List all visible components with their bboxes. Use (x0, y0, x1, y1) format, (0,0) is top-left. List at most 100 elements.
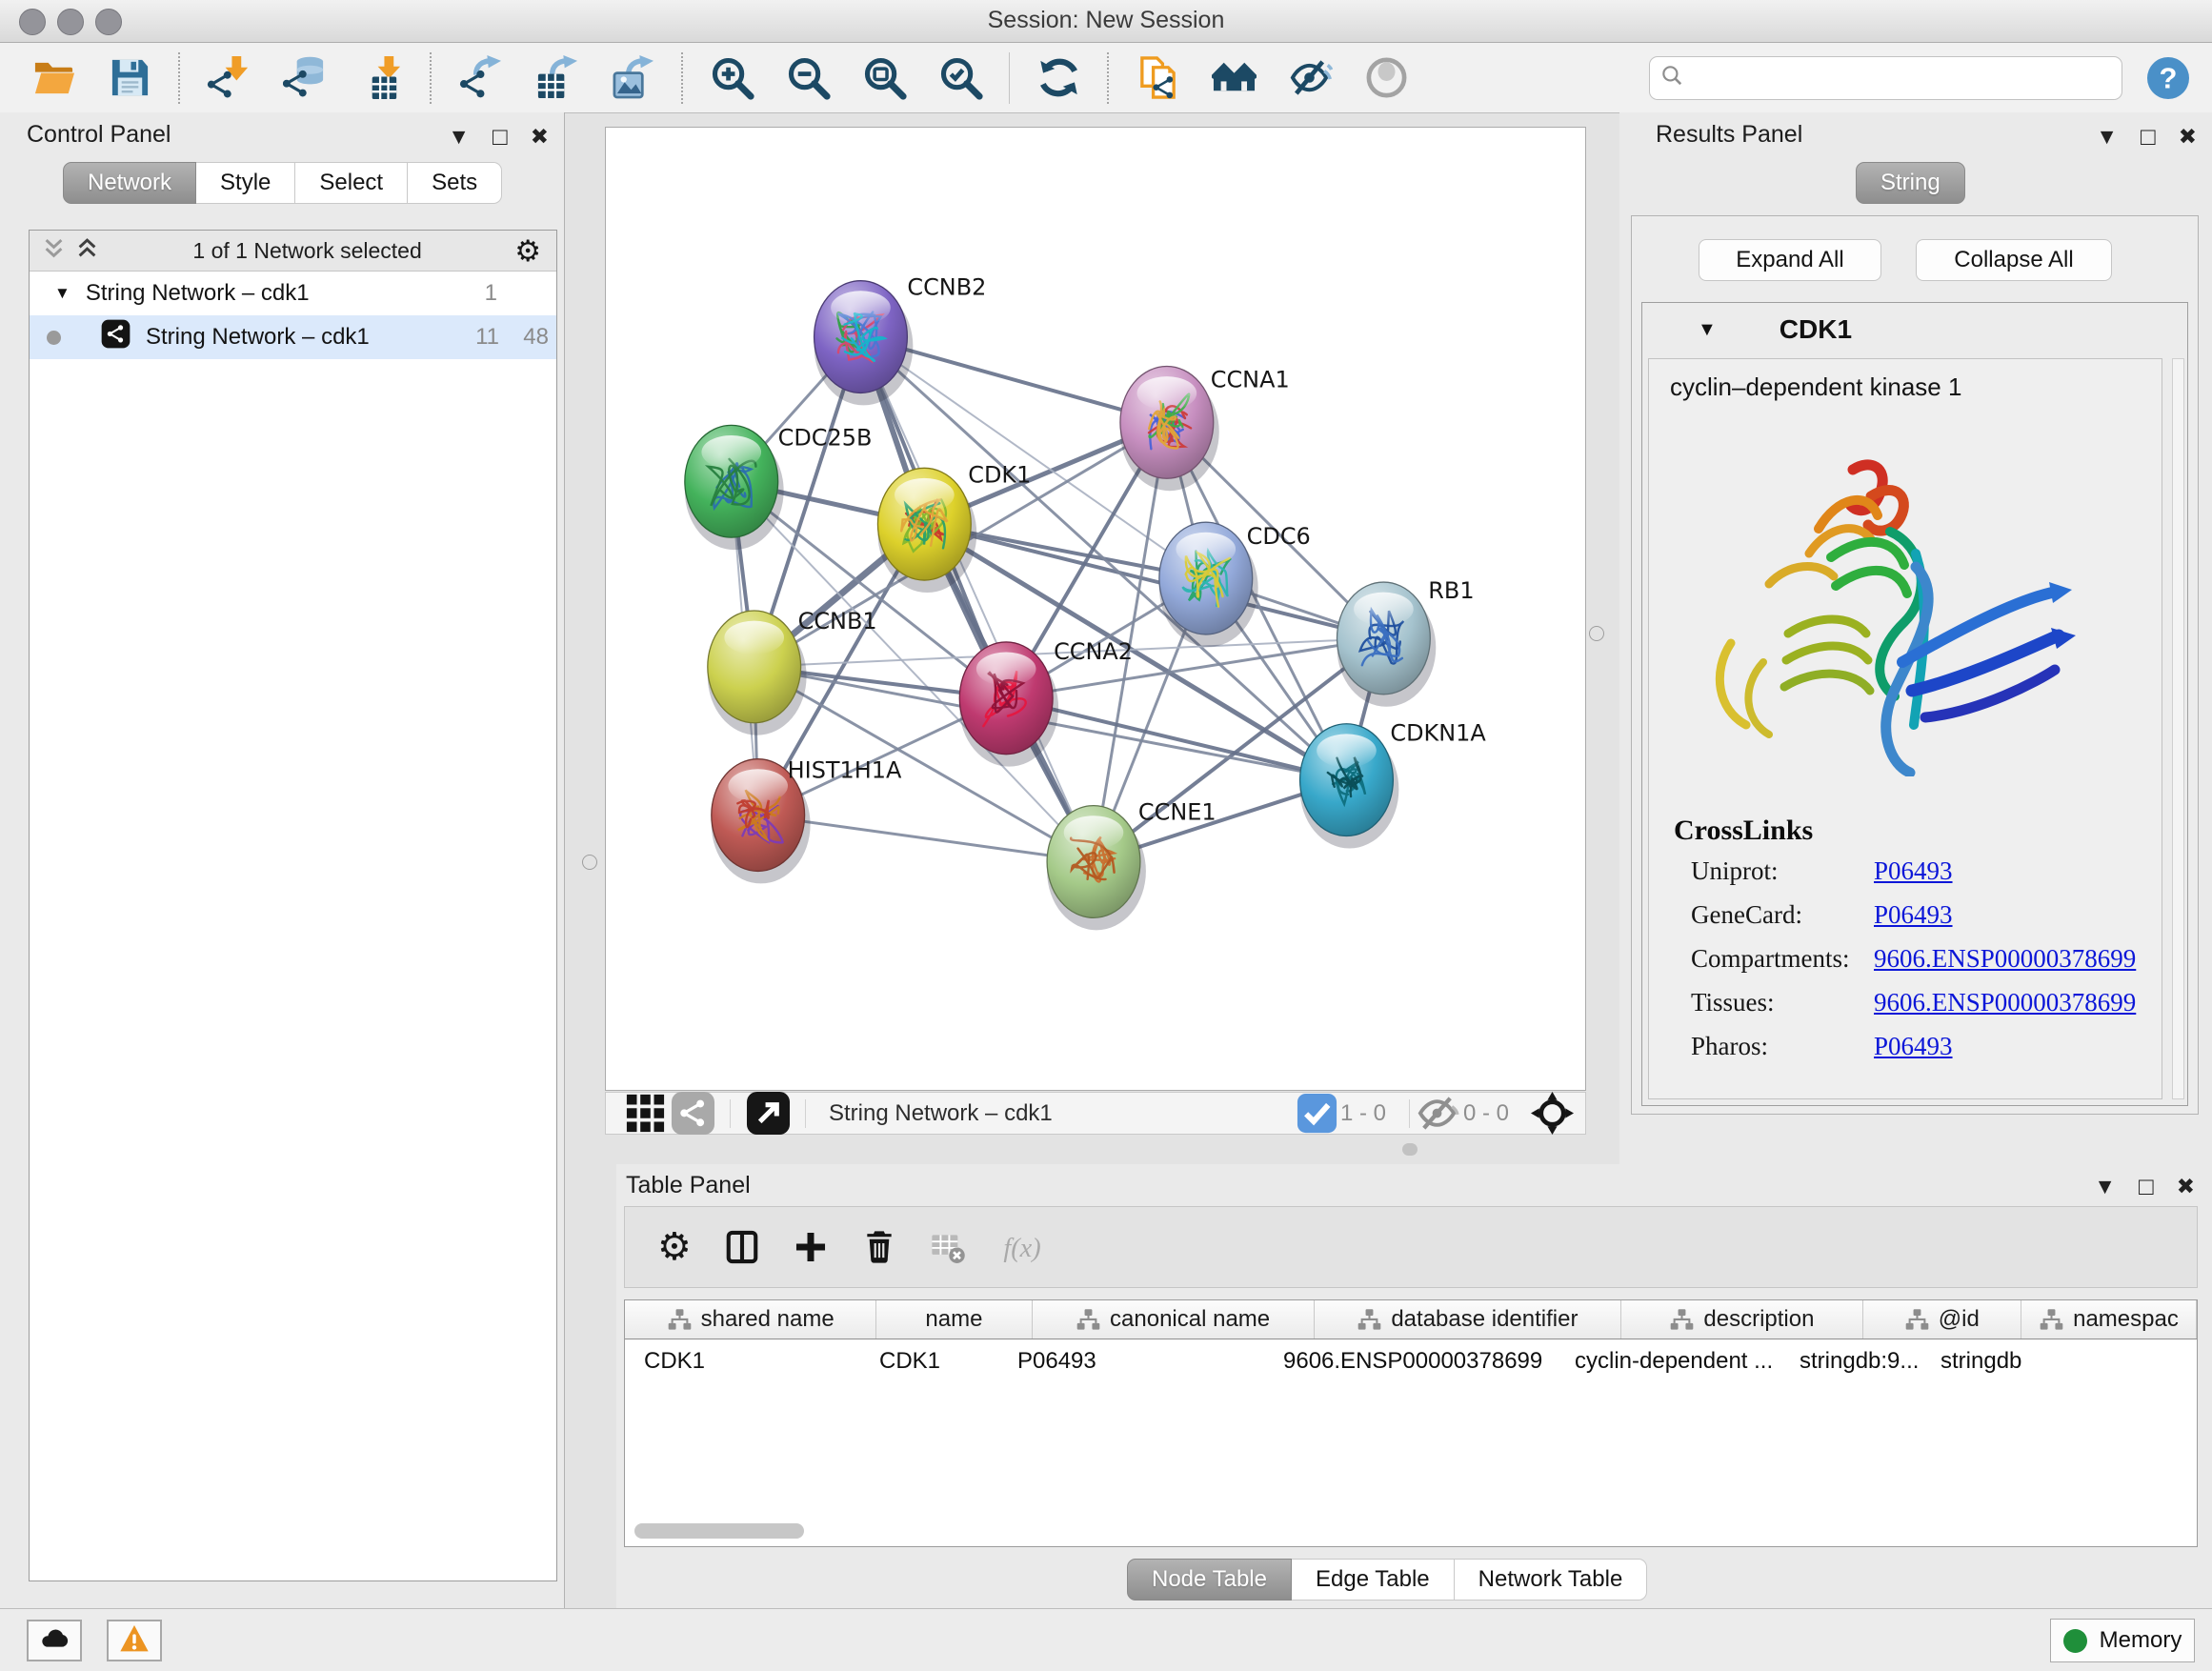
network-node-CCNA1[interactable]: CCNA1 (1120, 366, 1290, 491)
panel-float-icon[interactable]: □ (2141, 124, 2156, 149)
open-session-button[interactable] (29, 53, 78, 103)
section-collapse-icon[interactable]: ▼ (1698, 319, 1717, 341)
table-cell[interactable]: stringdb:9... (1780, 1348, 1921, 1375)
tab-string[interactable]: String (1856, 162, 1965, 204)
network-list-header: 1 of 1 Network selected ⚙ (30, 231, 556, 272)
crosslink-value-link[interactable]: 9606.ENSP00000378699 (1874, 988, 2136, 1017)
network-node-CCNE1[interactable]: CCNE1 (1047, 799, 1217, 931)
column-header-name[interactable]: name (876, 1300, 1032, 1339)
network-graph[interactable]: CCNB2CCNA1CDC25BCDK1CDC6RB1CCNB1CCNA2CDK… (606, 128, 1585, 1090)
help-button[interactable]: ? (2145, 55, 2191, 101)
import-network-from-file-button[interactable] (204, 53, 253, 103)
network-node-CCNB1[interactable]: CCNB1 (708, 608, 877, 735)
import-network-from-database-button[interactable] (280, 53, 330, 103)
panel-menu-icon[interactable]: ▼ (2094, 1176, 2116, 1198)
zoom-in-button[interactable] (707, 53, 756, 103)
crosslink-value-link[interactable]: P06493 (1874, 1032, 1953, 1060)
hide-selected-button[interactable] (1285, 53, 1335, 103)
show-columns-icon[interactable] (724, 1229, 760, 1265)
selected-nodes-icon[interactable] (1304, 1100, 1331, 1127)
import-table-from-file-button[interactable] (356, 53, 406, 103)
crosslink-value-link[interactable]: P06493 (1874, 856, 1953, 885)
right-splitter-handle[interactable] (1589, 626, 1604, 641)
warnings-button[interactable] (107, 1620, 162, 1661)
group-nodes-button[interactable] (1209, 53, 1258, 103)
gene-section-header[interactable]: ▼ CDK1 (1642, 303, 2187, 356)
network-type-icon (61, 319, 131, 355)
collapse-all-button[interactable]: Collapse All (1916, 239, 2112, 281)
left-splitter-handle[interactable] (582, 855, 597, 870)
search-input[interactable] (1692, 64, 2112, 92)
column-header--id[interactable]: @id (1863, 1300, 2021, 1339)
table-cell[interactable]: CDK1 (625, 1348, 860, 1375)
export-image-button[interactable] (608, 53, 657, 103)
apply-preferred-layout-button[interactable] (1034, 53, 1083, 103)
add-column-icon[interactable] (793, 1229, 829, 1265)
column-header-namespac[interactable]: namespac (2021, 1300, 2197, 1339)
search-box[interactable] (1649, 56, 2122, 100)
delete-column-icon[interactable] (861, 1229, 897, 1265)
export-table-button[interactable] (532, 53, 581, 103)
column-header-canonical-name[interactable]: canonical name (1033, 1300, 1315, 1339)
network-node-RB1[interactable]: RB1 (1337, 577, 1474, 707)
network-canvas[interactable]: CCNB2CCNA1CDC25BCDK1CDC6RB1CCNB1CCNA2CDK… (605, 127, 1586, 1091)
search-icon (1659, 63, 1692, 92)
network-row[interactable]: String Network – cdk1 11 48 (30, 315, 556, 359)
column-header-shared-name[interactable]: shared name (625, 1300, 876, 1339)
table-cell[interactable]: cyclin-dependent ... (1556, 1348, 1780, 1375)
panel-menu-icon[interactable]: ▼ (448, 126, 470, 148)
panel-close-icon[interactable]: ✖ (2179, 126, 2197, 148)
panel-menu-icon[interactable]: ▼ (2096, 126, 2118, 148)
network-node-CCNB2[interactable]: CCNB2 (814, 274, 987, 406)
grid-view-icon[interactable] (627, 1096, 663, 1132)
panel-float-icon[interactable]: □ (493, 124, 508, 149)
expand-all-button[interactable]: Expand All (1699, 239, 1881, 281)
table-options-gear-icon[interactable]: ⚙ (657, 1228, 692, 1266)
options-gear-icon[interactable]: ⚙ (514, 236, 541, 266)
export-network-button[interactable] (455, 53, 505, 103)
table-row[interactable]: CDK1CDK1P064939606.ENSP00000378699cyclin… (625, 1339, 2197, 1383)
detach-view-icon[interactable] (750, 1096, 786, 1132)
tab-node-table[interactable]: Node Table (1127, 1559, 1292, 1601)
memory-button[interactable]: Memory (2050, 1619, 2195, 1662)
crosslink-value-link[interactable]: 9606.ENSP00000378699 (1874, 944, 2136, 973)
tab-network[interactable]: Network (63, 162, 196, 204)
column-header-label: namespac (2073, 1306, 2179, 1333)
network-node-CDC6[interactable]: CDC6 (1159, 522, 1311, 647)
crosslink-value-link[interactable]: P06493 (1874, 900, 1953, 929)
panel-close-icon[interactable]: ✖ (2177, 1176, 2195, 1198)
table-cell[interactable]: stringdb (1921, 1348, 2080, 1375)
zoom-fit-content-button[interactable] (859, 53, 909, 103)
column-header-database-identifier[interactable]: database identifier (1315, 1300, 1622, 1339)
crosslink-row: GeneCard:P06493 (1691, 900, 1953, 930)
tab-style[interactable]: Style (196, 162, 295, 204)
horizontal-scrollbar-thumb[interactable] (634, 1523, 804, 1539)
cloud-status-button[interactable] (27, 1620, 82, 1661)
table-panel-splitter-handle[interactable] (1402, 1143, 1418, 1156)
network-node-CCNA2[interactable]: CCNA2 (959, 638, 1133, 767)
collection-expand-icon[interactable]: ▼ (54, 284, 70, 303)
tab-network-table[interactable]: Network Table (1455, 1559, 1648, 1601)
zoom-selected-button[interactable] (935, 53, 985, 103)
tab-select[interactable]: Select (295, 162, 408, 204)
tab-sets[interactable]: Sets (408, 162, 502, 204)
results-scrollbar[interactable] (2172, 358, 2184, 1099)
network-collection-row[interactable]: ▼ String Network – cdk1 1 (30, 272, 556, 315)
column-header-description[interactable]: description (1621, 1300, 1862, 1339)
clone-network-button[interactable] (1133, 53, 1182, 103)
network-node-CDKN1A[interactable]: CDKN1A (1300, 720, 1487, 849)
collapse-all-icon[interactable] (41, 235, 67, 267)
tab-edge-table[interactable]: Edge Table (1292, 1559, 1455, 1601)
panel-float-icon[interactable]: □ (2139, 1174, 2154, 1198)
table-cell[interactable]: P06493 (998, 1348, 1264, 1375)
panel-close-icon[interactable]: ✖ (531, 126, 549, 148)
zoom-out-button[interactable] (783, 53, 833, 103)
expand-all-icon[interactable] (74, 235, 100, 267)
save-session-button[interactable] (105, 53, 154, 103)
network-overview-icon[interactable] (674, 1096, 711, 1132)
pan-target-icon[interactable] (1532, 1094, 1572, 1134)
network-node-HIST1H1A[interactable]: HIST1H1A (712, 757, 902, 884)
table-cell[interactable]: CDK1 (860, 1348, 998, 1375)
show-hidden-button[interactable] (1361, 53, 1411, 103)
table-cell[interactable]: 9606.ENSP00000378699 (1264, 1348, 1556, 1375)
